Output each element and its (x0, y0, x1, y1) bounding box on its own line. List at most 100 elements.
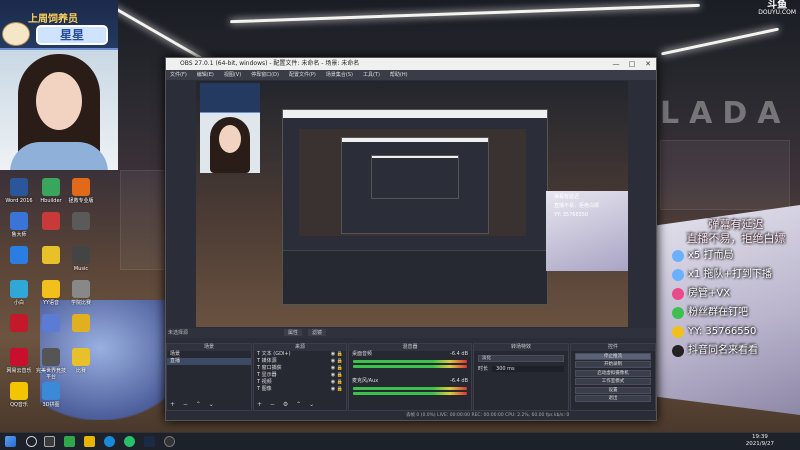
desktop-icon-label: 鲁大师 (11, 232, 27, 238)
control-button[interactable]: 退出 (575, 395, 651, 402)
task-view-icon[interactable] (44, 436, 55, 447)
controls-dock[interactable]: 控件 停止推流 开始录制 启动虚拟摄像机 工作室模式 设置 退出 (570, 343, 656, 411)
scene-controls[interactable]: + − ⌃ ⌄ (170, 401, 217, 408)
desktop-icon[interactable] (34, 314, 68, 334)
steam-icon[interactable] (144, 436, 155, 447)
app-icon (10, 246, 28, 264)
nested-obs-1 (282, 109, 548, 305)
desktop-icon[interactable]: 拯救专业版 (64, 178, 98, 204)
wall-panel (120, 170, 170, 270)
obs-preview[interactable]: 弹幕有延迟 直播不易，拒绝白嫖 YY: 35766550 (196, 81, 628, 327)
source-item[interactable]: T 文本 (GDI+) ◉ 🔒 (254, 351, 346, 358)
control-button[interactable]: 启动虚拟摄像机 (575, 369, 651, 377)
desktop-icon[interactable]: 学院比赛 (64, 280, 98, 306)
mixer-dock[interactable]: 混音器 桌面音频 -6.4 dB 麦克风/Aux -6.4 dB (348, 343, 472, 411)
transitions-dock[interactable]: 转场特效 淡化 时长 300 ms (473, 343, 569, 411)
desktop-icon[interactable]: 鲁大师 (2, 212, 36, 238)
transition-select[interactable]: 淡化 (478, 355, 564, 362)
source-item[interactable]: T 图像 ◉ 🔒 (254, 386, 346, 393)
stream-info-row: x5 打而局 (672, 246, 800, 265)
menu-item[interactable]: 视图(V) (224, 70, 241, 80)
desktop-icon[interactable]: 比赛 (64, 348, 98, 374)
visibility-icon[interactable]: ◉ 🔒 (331, 351, 343, 358)
source-item[interactable]: T 媒体源 ◉ 🔒 (254, 358, 346, 365)
duration-input[interactable]: 300 ms (492, 365, 564, 372)
control-button[interactable]: 开始录制 (575, 361, 651, 368)
desktop-icon[interactable]: Hbuilder (34, 178, 68, 204)
control-button[interactable]: 设置 (575, 386, 651, 394)
control-button[interactable]: 停止推流 (575, 352, 651, 360)
desktop-icon[interactable]: QQ音乐 (2, 382, 36, 408)
source-item[interactable]: T 显示器 ◉ 🔒 (254, 372, 346, 379)
desktop-icon[interactable]: 小白 (2, 280, 36, 306)
volume-slider[interactable] (353, 392, 467, 395)
desktop-icon[interactable] (34, 212, 68, 232)
app-icon (10, 178, 28, 196)
menu-item[interactable]: 文件(F) (170, 70, 187, 80)
browser-icon[interactable] (104, 436, 115, 447)
app-icon (72, 348, 90, 366)
source-controls[interactable]: + − ⚙ ⌃ ⌄ (257, 401, 317, 408)
start-icon[interactable] (5, 436, 16, 447)
obs-icon[interactable] (164, 436, 175, 447)
obs-window[interactable]: OBS 27.0.1 (64-bit, windows) - 配置文件: 未命名… (165, 57, 657, 421)
badge-title: 上周饲养员 (28, 14, 78, 25)
visibility-icon[interactable]: ◉ 🔒 (331, 386, 343, 393)
sources-dock[interactable]: 来源 T 文本 (GDI+) ◉ 🔒 T 媒体源 ◉ 🔒 T 窗口捕获 ◉ 🔒 T 显示器 ◉… (253, 343, 347, 411)
desktop-icon[interactable]: Word 2016 (2, 178, 36, 204)
menu-item[interactable]: 停靠窗口(D) (251, 70, 279, 80)
desktop-icon[interactable] (2, 246, 36, 266)
menu-item[interactable]: 工具(T) (363, 70, 380, 80)
volume-slider[interactable] (353, 365, 467, 368)
desktop-icon[interactable] (64, 314, 98, 334)
desktop-icon[interactable] (64, 212, 98, 232)
controls-dock-title: 控件 (571, 344, 655, 351)
search-icon[interactable] (26, 436, 37, 447)
minimize-button[interactable]: — (608, 58, 624, 70)
badge-icon (672, 344, 684, 357)
desktop-icon-label: 拯救专业版 (68, 198, 94, 204)
desktop-icon[interactable]: 3D拼图 (34, 382, 68, 408)
desktop-icon-label: 小白 (13, 300, 24, 306)
app-icon (10, 280, 28, 298)
visibility-icon[interactable]: ◉ 🔒 (331, 365, 343, 372)
desktop-icon[interactable]: Music (64, 246, 98, 272)
menu-item[interactable]: 编辑(E) (197, 70, 214, 80)
visibility-icon[interactable]: ◉ 🔒 (331, 379, 343, 386)
desktop-icon-label: YY语音 (42, 300, 60, 306)
maximize-button[interactable]: □ (624, 58, 640, 70)
desktop-icon[interactable] (34, 246, 68, 266)
source-item[interactable]: T 窗口捕获 ◉ 🔒 (254, 365, 346, 372)
properties-button[interactable]: 属性 (284, 329, 303, 336)
scene-item[interactable]: 场景 (167, 351, 251, 358)
douyu-logo-domain: DOUYU.COM (758, 9, 796, 16)
nested-obs-3 (371, 155, 459, 199)
scene-item[interactable]: 直播 (167, 358, 251, 365)
avatar (2, 22, 30, 46)
source-item[interactable]: T 视频 ◉ 🔒 (254, 379, 346, 386)
desktop-icon[interactable]: 网易云音乐 (2, 348, 36, 374)
scenes-dock[interactable]: 场景 场景 直播 + − ⌃ ⌄ (166, 343, 252, 411)
desktop-icon-label: Music (73, 266, 89, 272)
control-button[interactable]: 工作室模式 (575, 378, 651, 385)
menu-item[interactable]: 场景集合(S) (326, 70, 353, 80)
visibility-icon[interactable]: ◉ 🔒 (331, 372, 343, 379)
desktop-icon[interactable]: 完美世界竞技平台 (34, 348, 68, 380)
chrome-icon[interactable] (124, 436, 135, 447)
app-icon (10, 314, 28, 332)
clock-date: 2021/9/27 (745, 441, 774, 447)
source-toolbar: 未选择源 属性 滤镜 (166, 328, 656, 338)
file-explorer-icon[interactable] (84, 436, 95, 447)
menu-item[interactable]: 帮助(H) (390, 70, 408, 80)
desktop-icon[interactable]: YY语音 (34, 280, 68, 306)
wechat-icon[interactable] (64, 436, 75, 447)
desktop-icon-label: 学院比赛 (70, 300, 91, 306)
visibility-icon[interactable]: ◉ 🔒 (331, 358, 343, 365)
menu-item[interactable]: 配置文件(P) (289, 70, 316, 80)
desktop-icon[interactable] (2, 314, 36, 334)
obs-titlebar[interactable]: OBS 27.0.1 (64-bit, windows) - 配置文件: 未命名… (166, 58, 656, 70)
close-button[interactable]: ✕ (640, 58, 656, 70)
desktop-icon-label: Word 2016 (5, 198, 33, 204)
filters-button[interactable]: 滤镜 (308, 329, 327, 336)
system-clock[interactable]: 19:39 2021/9/27 (746, 434, 774, 448)
